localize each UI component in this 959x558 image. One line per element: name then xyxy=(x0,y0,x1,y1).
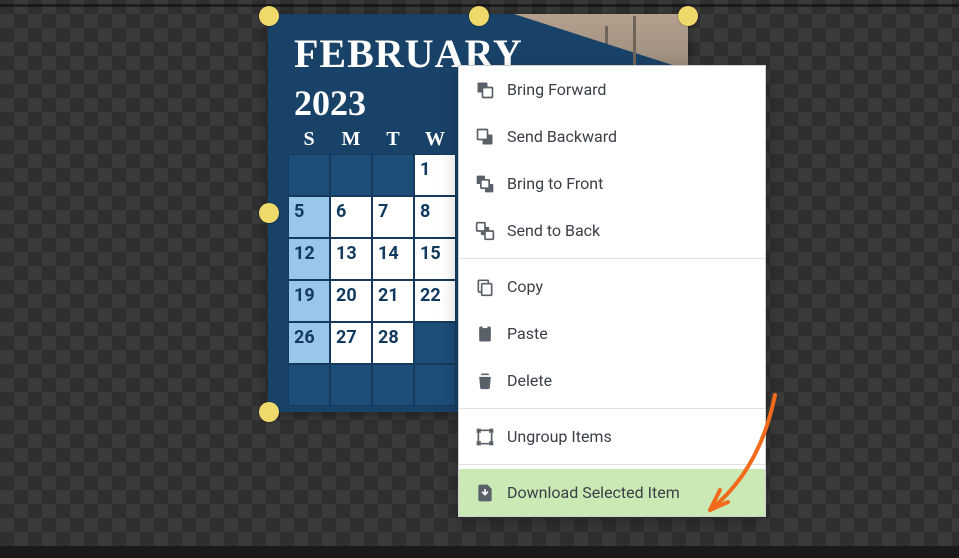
date-cell xyxy=(288,154,330,196)
menu-label: Bring Forward xyxy=(507,80,606,99)
ungroup-icon xyxy=(475,427,495,447)
menu-delete[interactable]: Delete xyxy=(459,357,765,404)
date-cell: 13 xyxy=(330,238,372,280)
date-cell: 20 xyxy=(330,280,372,322)
bring-forward-icon xyxy=(475,80,495,100)
date-cell: 21 xyxy=(372,280,414,322)
menu-label: Copy xyxy=(507,277,543,296)
menu-separator xyxy=(459,408,765,409)
bring-to-front-icon xyxy=(475,174,495,194)
date-cell: 7 xyxy=(372,196,414,238)
menu-download-selected[interactable]: Download Selected Item xyxy=(459,469,765,516)
date-cell xyxy=(414,364,456,406)
date-cell xyxy=(414,322,456,364)
menu-bring-forward[interactable]: Bring Forward xyxy=(459,66,765,113)
menu-copy[interactable]: Copy xyxy=(459,263,765,310)
menu-label: Ungroup Items xyxy=(507,427,612,446)
menu-label: Delete xyxy=(507,371,552,390)
menu-send-to-back[interactable]: Send to Back xyxy=(459,207,765,254)
resize-handle-w[interactable] xyxy=(259,203,279,223)
date-cell xyxy=(330,154,372,196)
calendar-year: 2023 xyxy=(294,82,366,124)
send-backward-icon xyxy=(475,127,495,147)
dow-cell: S xyxy=(288,128,330,151)
date-cell xyxy=(330,364,372,406)
date-cell: 22 xyxy=(414,280,456,322)
date-cell: 28 xyxy=(372,322,414,364)
photo-strip xyxy=(514,14,688,70)
copy-icon xyxy=(475,277,495,297)
resize-handle-ne[interactable] xyxy=(678,6,698,26)
menu-ungroup[interactable]: Ungroup Items xyxy=(459,413,765,460)
date-cell: 1 xyxy=(414,154,456,196)
menu-send-backward[interactable]: Send Backward xyxy=(459,113,765,160)
paste-icon xyxy=(475,324,495,344)
menu-paste[interactable]: Paste xyxy=(459,310,765,357)
calendar-grid: 1 5 6 7 8 12 13 14 15 19 20 21 22 26 27 … xyxy=(288,154,456,406)
date-cell: 15 xyxy=(414,238,456,280)
date-cell: 26 xyxy=(288,322,330,364)
dow-cell: W xyxy=(414,128,456,151)
date-cell: 19 xyxy=(288,280,330,322)
dow-cell: M xyxy=(330,128,372,151)
date-cell: 12 xyxy=(288,238,330,280)
date-cell xyxy=(372,154,414,196)
menu-label: Send to Back xyxy=(507,221,600,240)
delete-icon xyxy=(475,371,495,391)
send-to-back-icon xyxy=(475,221,495,241)
date-cell: 6 xyxy=(330,196,372,238)
dow-cell: T xyxy=(372,128,414,151)
menu-label: Paste xyxy=(507,324,548,343)
menu-label: Download Selected Item xyxy=(507,483,680,502)
context-menu: Bring Forward Send Backward Bring to Fro… xyxy=(458,65,766,517)
download-icon xyxy=(475,483,495,503)
date-cell xyxy=(288,364,330,406)
menu-separator xyxy=(459,464,765,465)
calendar-dow-row: S M T W xyxy=(288,128,456,151)
date-cell: 27 xyxy=(330,322,372,364)
date-cell: 8 xyxy=(414,196,456,238)
resize-handle-n[interactable] xyxy=(469,6,489,26)
menu-bring-to-front[interactable]: Bring to Front xyxy=(459,160,765,207)
date-cell xyxy=(372,364,414,406)
resize-handle-nw[interactable] xyxy=(259,6,279,26)
date-cell: 14 xyxy=(372,238,414,280)
resize-handle-sw[interactable] xyxy=(259,402,279,422)
menu-label: Bring to Front xyxy=(507,174,603,193)
date-cell: 5 xyxy=(288,196,330,238)
menu-label: Send Backward xyxy=(507,127,617,146)
menu-separator xyxy=(459,258,765,259)
